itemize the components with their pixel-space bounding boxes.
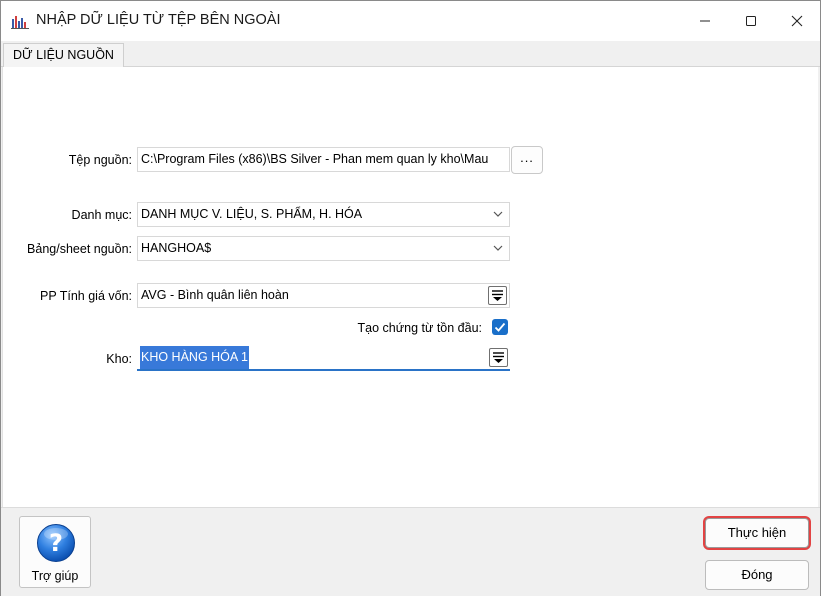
warehouse-label: Kho: <box>106 352 132 366</box>
list-icon <box>493 352 504 363</box>
category-label: Danh mục: <box>71 208 132 222</box>
costing-method-field[interactable]: AVG - Bình quân liên hoàn <box>137 283 510 308</box>
close-button[interactable]: Đóng <box>705 560 809 590</box>
help-button[interactable]: ? Trợ giúp <box>19 516 91 588</box>
minimize-icon <box>700 20 710 22</box>
warehouse-list-button[interactable] <box>489 348 508 367</box>
tab-source-data[interactable]: DỮ LIỆU NGUỒN <box>3 43 124 68</box>
window-title: NHẬP DỮ LIỆU TỪ TỆP BÊN NGOÀI <box>36 12 281 28</box>
dialog-window: NHẬP DỮ LIỆU TỪ TỆP BÊN NGOÀI DỮ LIỆU NG… <box>0 0 821 596</box>
question-icon: ? <box>37 524 75 562</box>
opening-voucher-label: Tạo chứng từ tồn đầu: <box>357 321 482 335</box>
browse-button[interactable]: ... <box>511 146 543 174</box>
maximize-icon <box>746 16 756 26</box>
close-window-button[interactable] <box>774 1 820 41</box>
sheet-label: Bảng/sheet nguồn: <box>27 242 132 256</box>
category-value: DANH MỤC V. LIỆU, S. PHẨM, H. HÓA <box>141 207 363 221</box>
footer-bar: ? Trợ giúp Thực hiện Đóng <box>1 507 820 596</box>
sheet-value: HANGHOA$ <box>141 241 212 255</box>
minimize-button[interactable] <box>682 1 728 41</box>
source-file-value: C:\Program Files (x86)\BS Silver - Phan … <box>141 152 489 166</box>
costing-method-value: AVG - Bình quân liên hoàn <box>141 288 289 302</box>
warehouse-field[interactable]: KHO HÀNG HÓA 1 <box>137 346 510 371</box>
close-icon <box>791 15 803 27</box>
checkmark-icon <box>494 322 506 332</box>
form-panel: Tệp nguồn: C:\Program Files (x86)\BS Sil… <box>2 67 818 507</box>
svg-text:?: ? <box>49 529 63 557</box>
execute-button[interactable]: Thực hiện <box>705 518 809 548</box>
maximize-button[interactable] <box>728 1 774 41</box>
costing-method-label: PP Tính giá vốn: <box>40 289 132 303</box>
costing-method-list-button[interactable] <box>488 286 507 305</box>
opening-voucher-checkbox[interactable] <box>492 319 508 335</box>
help-label: Trợ giúp <box>31 569 79 583</box>
app-chart-icon <box>11 16 29 29</box>
chevron-down-icon <box>493 211 503 217</box>
source-file-input[interactable]: C:\Program Files (x86)\BS Silver - Phan … <box>137 147 510 172</box>
list-icon <box>492 290 503 301</box>
warehouse-value: KHO HÀNG HÓA 1 <box>140 346 249 369</box>
chevron-down-icon <box>493 245 503 251</box>
tab-strip: DỮ LIỆU NGUỒN <box>1 41 820 68</box>
sheet-dropdown[interactable]: HANGHOA$ <box>137 236 510 261</box>
title-bar: NHẬP DỮ LIỆU TỪ TỆP BÊN NGOÀI <box>1 1 820 41</box>
source-file-label: Tệp nguồn: <box>68 153 132 167</box>
category-dropdown[interactable]: DANH MỤC V. LIỆU, S. PHẨM, H. HÓA <box>137 202 510 227</box>
